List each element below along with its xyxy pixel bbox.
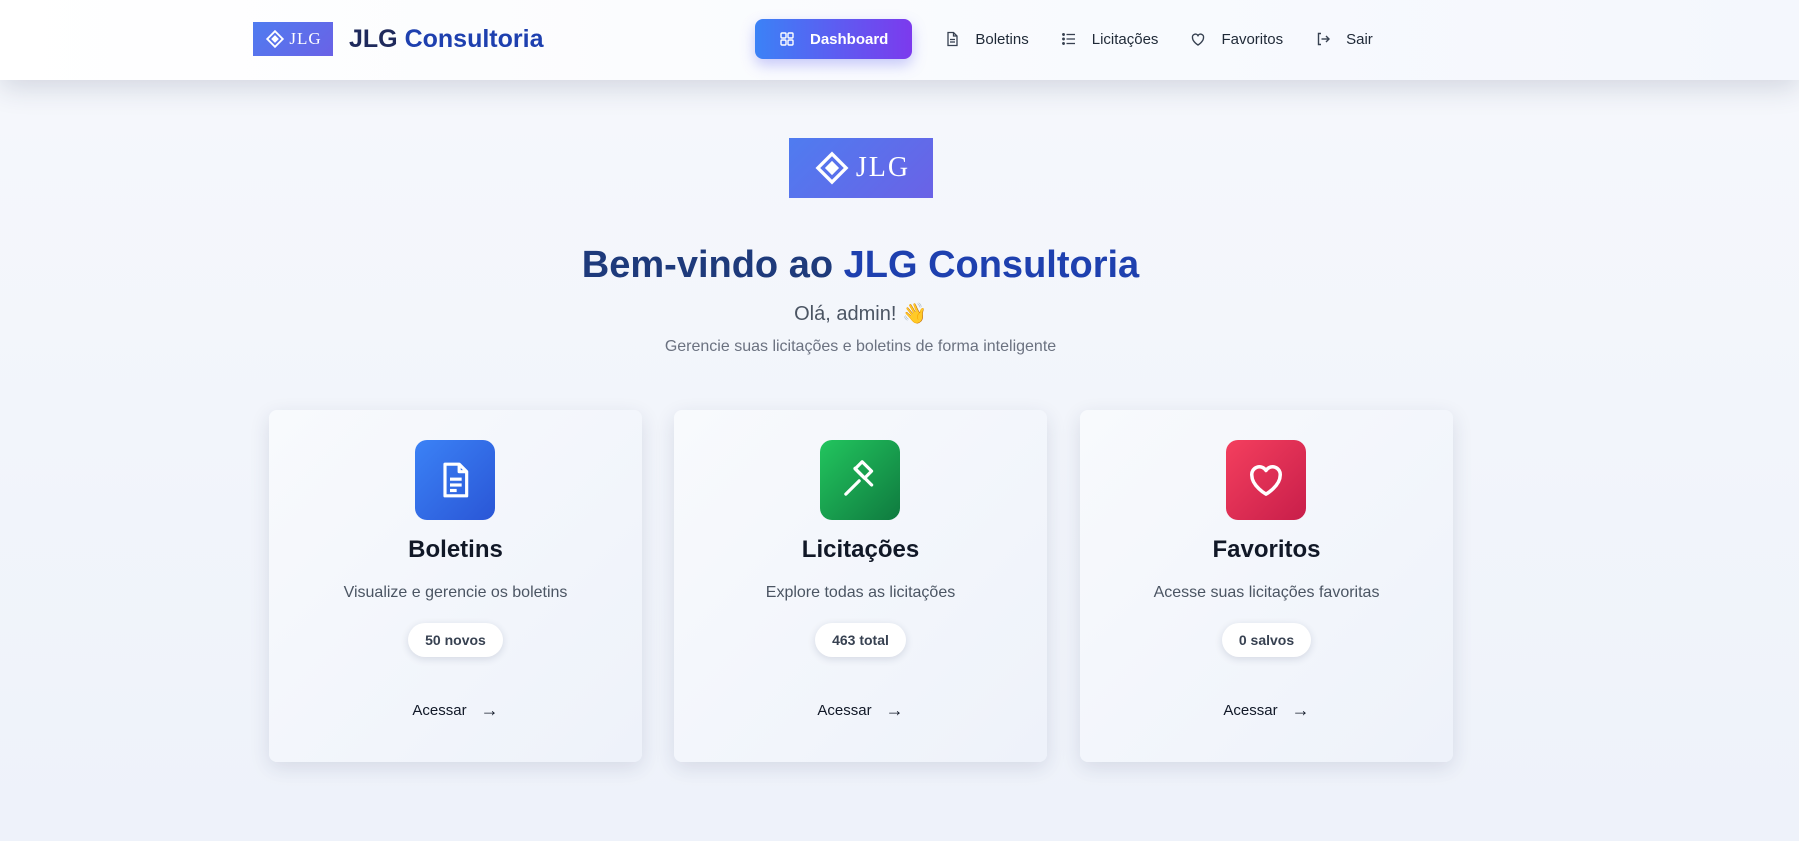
logo-emblem-icon (266, 29, 285, 49)
nav-licitacoes[interactable]: Licitações (1061, 19, 1159, 59)
brand-logo-text: JLG (289, 29, 322, 48)
count-badge: 50 novos (408, 623, 503, 657)
heart-icon (1192, 33, 1205, 46)
card-description: Visualize e gerencie os boletins (343, 584, 568, 601)
card-description: Acesse suas licitações favoritas (1153, 584, 1380, 601)
card-title: Boletins (408, 536, 503, 563)
card-boletins[interactable]: Boletins Visualize e gerencie os boletin… (269, 410, 642, 762)
card-favoritos[interactable]: Favoritos Acesse suas licitações favorit… (1080, 410, 1453, 762)
brand-name-first: JLG (349, 24, 405, 53)
page-subtitle: Gerencie suas licitações e boletins de f… (664, 338, 1057, 355)
greeting: Olá, admin! 👋 (794, 303, 927, 325)
arrow-right-icon: → (885, 700, 904, 720)
access-label: Acessar (817, 702, 872, 719)
hero-logo-text: JLG (855, 152, 911, 183)
card-licitacoes-icon-box (820, 440, 900, 520)
arrow-right-icon: → (1291, 700, 1310, 720)
logout-icon (1317, 32, 1331, 46)
card-licitacoes-access-link[interactable]: Acessar → (674, 700, 1047, 721)
nav-dashboard[interactable]: Dashboard (755, 19, 913, 59)
logo-emblem-icon (815, 151, 849, 185)
top-navbar: JLG JLG Consultoria Dashboard Boletins L… (0, 0, 1799, 80)
card-favoritos-icon-box (1226, 440, 1306, 520)
file-icon (947, 31, 959, 47)
nav-dashboard-label: Dashboard (810, 30, 889, 48)
card-favoritos-access-link[interactable]: Acessar → (1080, 700, 1453, 721)
nav-sair-label: Sair (1346, 30, 1373, 48)
card-description: Explore todas as licitações (765, 584, 956, 601)
card-boletins-access-link[interactable]: Acessar → (269, 700, 642, 721)
page-title-first: Bem-vindo ao (581, 244, 844, 286)
card-title: Licitações (801, 536, 920, 563)
brand-name-accent: Consultoria (404, 24, 544, 53)
count-badge: 463 total (815, 623, 906, 657)
hero-logo: JLG (789, 138, 933, 198)
card-boletins-icon-box (415, 440, 495, 520)
nav-boletins-label: Boletins (975, 30, 1029, 48)
card-licitacoes[interactable]: Licitações Explore todas as licitações 4… (674, 410, 1047, 762)
page-title-accent: JLG Consultoria (843, 244, 1140, 286)
card-title: Favoritos (1212, 536, 1321, 563)
page-title: Bem-vindo ao JLG Consultoria (0, 244, 1721, 287)
nav-favoritos[interactable]: Favoritos (1190, 19, 1283, 59)
grid-icon (780, 32, 794, 46)
access-label: Acessar (412, 702, 467, 719)
count-badge: 0 salvos (1221, 623, 1312, 657)
nav-sair[interactable]: Sair (1315, 19, 1373, 59)
arrow-right-icon: → (480, 700, 499, 720)
gavel-icon (844, 460, 874, 496)
brand[interactable]: JLG JLG Consultoria (253, 22, 543, 56)
brand-logo[interactable]: JLG (253, 22, 333, 56)
nav-boletins[interactable]: Boletins (944, 19, 1029, 59)
brand-name[interactable]: JLG Consultoria (349, 25, 543, 54)
access-label: Acessar (1223, 702, 1278, 719)
main-nav: Dashboard Boletins Licitações Favoritos (755, 19, 1373, 59)
list-icon (1061, 33, 1075, 45)
nav-licitacoes-label: Licitações (1091, 30, 1159, 48)
nav-favoritos-label: Favoritos (1221, 30, 1284, 48)
heart-icon (1250, 465, 1282, 496)
document-icon (443, 462, 469, 498)
